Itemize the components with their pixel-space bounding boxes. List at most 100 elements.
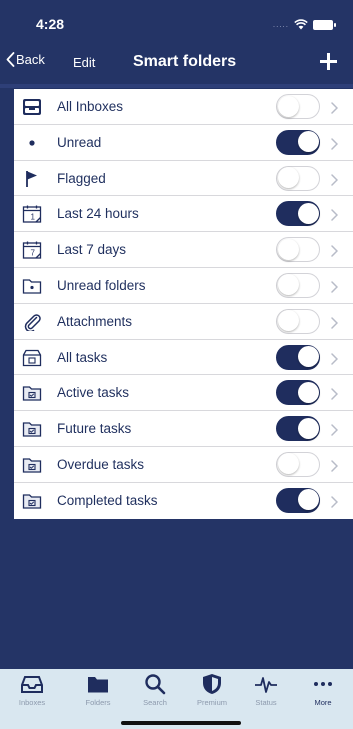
chevron-right-icon[interactable]	[331, 244, 339, 257]
visibility-toggle[interactable]	[276, 380, 320, 406]
shield-icon	[200, 673, 224, 695]
pulse-icon	[254, 673, 278, 695]
signal-icon: .....	[272, 19, 289, 29]
chevron-right-icon[interactable]	[331, 137, 339, 150]
visibility-toggle[interactable]	[276, 344, 320, 370]
folder-row[interactable]: Attachments	[14, 304, 353, 340]
folder-row[interactable]: 7 Last 7 days	[14, 232, 353, 268]
tab-status[interactable]: Status	[241, 673, 291, 707]
folder-row[interactable]: Completed tasks	[14, 483, 353, 519]
visibility-toggle[interactable]	[276, 129, 320, 155]
folder-icon	[86, 673, 110, 695]
chevron-right-icon[interactable]	[331, 387, 339, 401]
paperclip-icon	[22, 313, 42, 333]
folder-row[interactable]: All tasks	[14, 340, 353, 376]
toggle-knob	[277, 310, 299, 332]
more-icon	[311, 673, 335, 695]
tab-premium[interactable]: Premium	[187, 673, 237, 707]
navigation-bar: Back Edit Smart folders	[0, 44, 353, 84]
folder-dot-icon	[22, 277, 42, 295]
task-folder-icon	[22, 420, 42, 438]
chevron-right-icon[interactable]	[331, 280, 339, 293]
folder-row-label: Unread	[57, 134, 102, 150]
tab-inboxes[interactable]: Inboxes	[7, 673, 57, 707]
folder-row-label: Flagged	[57, 170, 106, 186]
visibility-toggle[interactable]	[276, 416, 320, 442]
chevron-right-icon[interactable]	[331, 173, 339, 186]
visibility-toggle[interactable]	[276, 308, 320, 334]
calendar-icon: 1	[22, 205, 42, 224]
folder-row[interactable]: Overdue tasks	[14, 447, 353, 483]
page-title: Smart folders	[133, 53, 237, 70]
visibility-toggle[interactable]	[276, 165, 320, 191]
tab-search[interactable]: Search	[130, 673, 180, 707]
chevron-right-icon[interactable]	[331, 208, 339, 222]
edit-button[interactable]: Edit	[73, 55, 95, 70]
folder-row-label: Attachments	[57, 313, 133, 329]
back-button[interactable]: Back	[6, 52, 45, 67]
toggle-knob	[297, 131, 319, 153]
toggle-knob	[277, 453, 299, 475]
chevron-right-icon[interactable]	[331, 495, 339, 508]
chevron-right-icon[interactable]	[331, 101, 339, 114]
folder-row-label: Unread folders	[57, 277, 146, 293]
folder-row[interactable]: Future tasks	[14, 411, 353, 447]
visibility-toggle[interactable]	[276, 94, 320, 119]
folder-row-label: All tasks	[57, 349, 108, 365]
toggle-knob	[297, 417, 319, 439]
folder-row[interactable]: Unread folders	[14, 268, 353, 304]
folder-row-label: Completed tasks	[57, 492, 158, 508]
visibility-toggle[interactable]	[276, 272, 320, 298]
tab-label: Search	[143, 698, 167, 707]
status-indicators: .....	[272, 19, 336, 30]
plus-icon[interactable]	[319, 52, 339, 72]
visibility-toggle[interactable]	[276, 201, 320, 227]
back-label: Back	[16, 52, 45, 67]
calendar-day-number: 7	[31, 249, 36, 258]
task-folder-icon	[22, 456, 42, 474]
folder-row-label: Last 7 days	[57, 242, 127, 258]
nav-divider	[0, 84, 353, 88]
tab-label: Inboxes	[18, 698, 46, 707]
chevron-right-icon[interactable]	[331, 316, 339, 329]
chevron-right-icon[interactable]	[331, 459, 339, 472]
tab-label: More	[314, 698, 332, 707]
tab-label: Status	[255, 698, 277, 707]
folder-row[interactable]: Active tasks	[14, 375, 353, 412]
folder-row-label: Last 24 hours	[57, 206, 139, 222]
toggle-knob	[277, 95, 299, 117]
task-folder-icon	[22, 492, 42, 510]
tab-bar: Inboxes Folders Search Premium Status More	[0, 669, 353, 729]
task-folder-icon	[22, 384, 42, 402]
tab-folders[interactable]: Folders	[73, 673, 123, 707]
toggle-knob	[277, 238, 299, 260]
calendar-icon: 7	[22, 241, 42, 259]
search-icon	[143, 673, 167, 695]
folder-row[interactable]: All Inboxes	[14, 89, 353, 125]
status-bar: 4:28 .....	[0, 0, 353, 44]
wifi-icon	[294, 19, 308, 30]
task-box-icon	[22, 349, 42, 367]
chevron-right-icon[interactable]	[331, 423, 339, 436]
folder-row-label: Future tasks	[57, 421, 132, 437]
tab-label: Folders	[85, 698, 111, 707]
toggle-knob	[277, 167, 299, 189]
dot-icon	[22, 134, 42, 152]
folder-row[interactable]: 1 Last 24 hours	[14, 196, 353, 233]
inbox-tray-icon	[22, 98, 42, 116]
calendar-day-number: 1	[31, 213, 36, 222]
visibility-toggle[interactable]	[276, 487, 320, 513]
tab-more[interactable]: More	[298, 673, 348, 707]
toggle-knob	[297, 489, 319, 511]
tab-label: Premium	[196, 698, 227, 707]
chevron-left-icon	[6, 52, 15, 67]
flag-icon	[22, 170, 42, 188]
folder-row[interactable]: Unread	[14, 125, 353, 161]
visibility-toggle[interactable]	[276, 237, 320, 263]
folder-row[interactable]: Flagged	[14, 161, 353, 197]
folder-row-label: Overdue tasks	[57, 456, 145, 472]
inbox-icon	[20, 673, 44, 695]
battery-icon	[313, 19, 336, 30]
visibility-toggle[interactable]	[276, 451, 320, 477]
chevron-right-icon[interactable]	[331, 352, 339, 365]
